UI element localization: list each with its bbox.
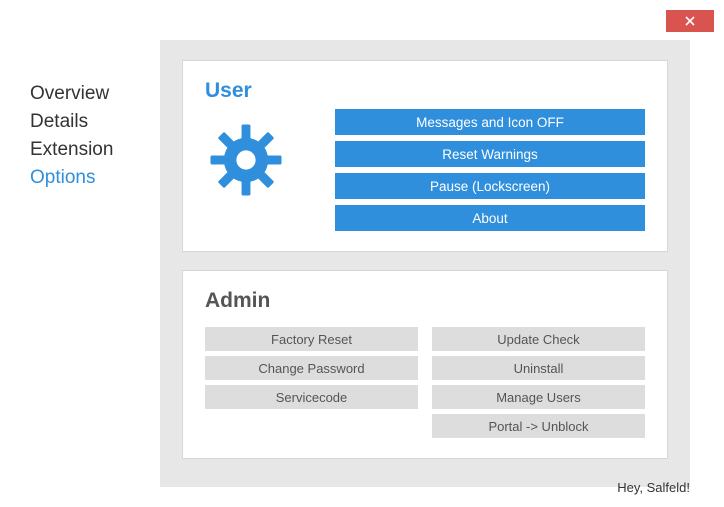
admin-panel: Admin Factory Reset Change Password Serv… [182, 270, 668, 459]
change-password-button[interactable]: Change Password [205, 356, 418, 380]
manage-users-button[interactable]: Manage Users [432, 385, 645, 409]
gear-icon-wrap [205, 109, 335, 231]
portal-unblock-button[interactable]: Portal -> Unblock [432, 414, 645, 438]
footer-greeting: Hey, Salfeld! [617, 480, 690, 495]
sidebar-item-extension[interactable]: Extension [30, 136, 160, 164]
pause-lockscreen-button[interactable]: Pause (Lockscreen) [335, 173, 645, 199]
app-window: Overview Details Extension Options User [0, 0, 724, 507]
servicecode-button[interactable]: Servicecode [205, 385, 418, 409]
main-content: User [160, 40, 690, 487]
reset-warnings-button[interactable]: Reset Warnings [335, 141, 645, 167]
user-panel: User [182, 60, 668, 252]
close-icon [685, 16, 695, 26]
sidebar-item-overview[interactable]: Overview [30, 80, 160, 108]
sidebar-item-details[interactable]: Details [30, 108, 160, 136]
admin-panel-title: Admin [205, 289, 645, 313]
close-button[interactable] [666, 10, 714, 32]
gear-icon [209, 123, 283, 197]
update-check-button[interactable]: Update Check [432, 327, 645, 351]
messages-toggle-button[interactable]: Messages and Icon OFF [335, 109, 645, 135]
factory-reset-button[interactable]: Factory Reset [205, 327, 418, 351]
sidebar: Overview Details Extension Options [30, 40, 160, 487]
sidebar-item-options[interactable]: Options [30, 164, 160, 192]
uninstall-button[interactable]: Uninstall [432, 356, 645, 380]
user-panel-title: User [205, 79, 645, 103]
about-button[interactable]: About [335, 205, 645, 231]
